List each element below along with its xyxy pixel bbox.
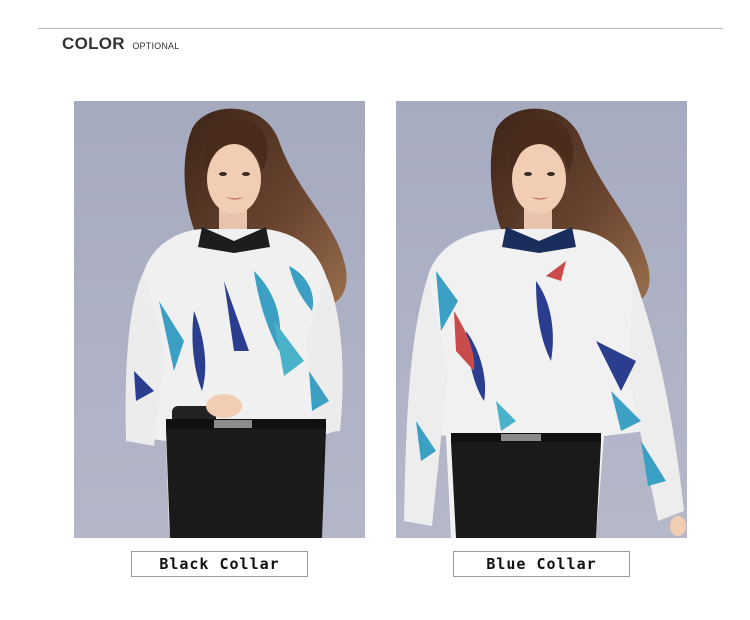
divider	[38, 28, 723, 29]
option-label-blue-collar[interactable]: Blue Collar	[453, 551, 630, 577]
section-heading: COLOR OPTIONAL	[62, 34, 179, 54]
option-label-black-collar[interactable]: Black Collar	[131, 551, 308, 577]
option-photo-black-collar[interactable]	[74, 101, 365, 538]
model-black-collar-photo	[74, 101, 365, 538]
option-photo-blue-collar[interactable]	[396, 101, 687, 538]
model-blue-collar-photo	[396, 101, 687, 538]
product-color-section: COLOR OPTIONAL Black Collar Blue Collar	[0, 0, 750, 620]
section-subtitle: OPTIONAL	[132, 41, 180, 51]
section-title: COLOR	[62, 34, 125, 53]
